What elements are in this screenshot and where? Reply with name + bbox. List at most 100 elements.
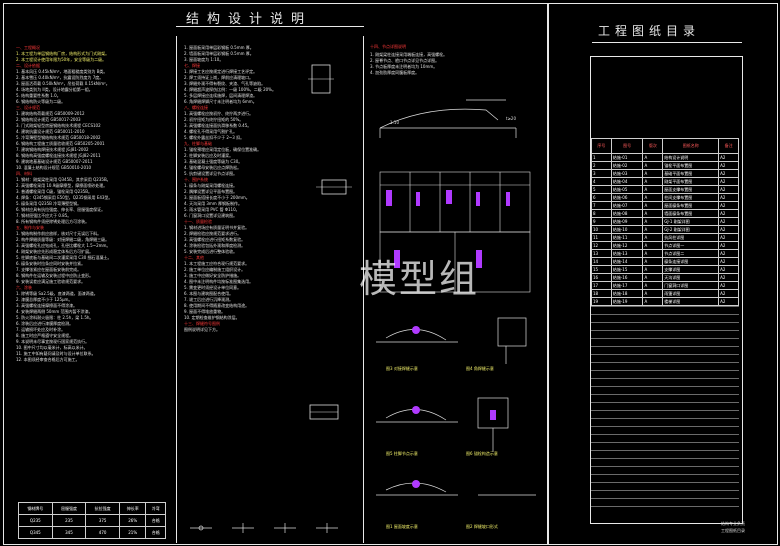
caption-6: 图6 锚栓构造示意 — [466, 450, 498, 456]
index-cell: A — [642, 273, 664, 282]
index-cell: A — [642, 265, 664, 274]
index-row: 10 结施-10 A GJ-2 刚架详图 A2 — [591, 225, 739, 234]
index-cell: 14 — [591, 257, 612, 266]
signoff-line-1: 结构专业负责 — [721, 521, 745, 526]
index-cell: A2 — [718, 201, 739, 210]
signoff-line-2: 工程图纸目录 — [721, 528, 745, 533]
index-cell: 结施-18 — [610, 289, 644, 298]
index-header-cell: 图纸名称 — [662, 138, 720, 154]
caption-4: 图4 角焊缝示意 — [466, 365, 494, 371]
index-header-cell: 版次 — [642, 138, 664, 154]
index-cell: 结施-16 — [610, 273, 644, 282]
table-cell: 钢材牌号 — [18, 502, 53, 515]
index-cell: 结施-15 — [610, 265, 644, 274]
index-cell: A — [642, 225, 664, 234]
table-row: Q235 235 375 26% 合格 — [18, 514, 166, 527]
index-cell: 7 — [591, 201, 612, 210]
index-cell: 天沟详图 — [662, 273, 720, 282]
index-empty-row — [591, 476, 739, 483]
index-cell: 结施-11 — [610, 233, 644, 242]
index-empty-row — [591, 460, 739, 467]
index-cell: A2 — [718, 273, 739, 282]
caption-2: 图2 焊缝坡口形式 — [466, 523, 498, 529]
index-cell: 结施-14 — [610, 257, 644, 266]
index-cell: 结构设计说明 — [662, 153, 720, 162]
table-cell: 235 — [51, 514, 87, 527]
index-cell: 结施-17 — [610, 281, 644, 290]
index-cell: 结施-10 — [610, 225, 644, 234]
index-cell: A2 — [718, 257, 739, 266]
index-cell: A — [642, 249, 664, 258]
index-empty-row — [591, 364, 739, 371]
index-row: 5 结施-05 A 屋面支撑布置图 A2 — [591, 185, 739, 194]
index-empty-row — [591, 348, 739, 355]
index-cell: 檩条连接详图 — [662, 257, 720, 266]
index-empty-row — [591, 316, 739, 323]
table-row: 钢材牌号 屈服强度 抗拉强度 伸长率 冷弯 — [18, 502, 166, 515]
index-row: 2 结施-02 A 锚栓平面布置图 A2 — [591, 161, 739, 170]
index-empty-row — [591, 500, 739, 507]
watermark: 模型组 — [359, 257, 480, 301]
index-cell: 结施-12 — [610, 241, 644, 250]
index-empty-row — [591, 372, 739, 379]
index-cell: 10 — [591, 225, 612, 234]
index-cell: 结施-01 — [610, 153, 644, 162]
index-cell: A — [642, 257, 664, 266]
index-cell: 9 — [591, 217, 612, 226]
index-empty-row — [591, 452, 739, 459]
caption-5: 图5 柱脚节点示意 — [386, 450, 418, 456]
index-cell: A2 — [718, 217, 739, 226]
index-empty-row — [591, 412, 739, 419]
gap-label: t≥20 — [506, 116, 516, 121]
design-notes-column-2: 1. 屋面板采用单层彩钢板 0.5mm 厚。 2. 墙面板采用单层彩钢板 0.5m… — [184, 45, 284, 515]
design-notes-column-3: 1. 刚架梁柱连接采用端板连接，高强螺栓。 2. 屋脊节点、檐口节点详见节点详图。… — [370, 52, 540, 82]
index-empty-row — [591, 484, 739, 491]
table-cell: 合格 — [145, 514, 166, 527]
table-cell: 合格 — [145, 526, 166, 539]
index-empty-row — [591, 404, 739, 411]
index-cell: 17 — [591, 281, 612, 290]
index-cell: A — [642, 177, 664, 186]
index-empty-row — [591, 332, 739, 339]
index-cell: A2 — [718, 265, 739, 274]
index-cell: A — [642, 209, 664, 218]
index-row: 13 结施-13 A 节点详图二 A2 — [591, 249, 739, 258]
index-cell: 15 — [591, 265, 612, 274]
slope-label: 1:10 — [390, 120, 399, 125]
index-empty-row — [591, 436, 739, 443]
index-header-cell: 图号 — [610, 138, 644, 154]
table-cell: 470 — [85, 526, 120, 539]
index-cell: A — [642, 185, 664, 194]
index-row: 15 结施-15 A 支撑详图 A2 — [591, 265, 739, 274]
index-cell: GJ-1 刚架详图 — [662, 217, 720, 226]
index-cell: A2 — [718, 225, 739, 234]
index-cell: 13 — [591, 249, 612, 258]
index-cell: 3 — [591, 169, 612, 178]
table-cell: 屈服强度 — [51, 502, 87, 515]
table-cell: 21% — [118, 526, 147, 539]
index-cell: 结施-05 — [610, 185, 644, 194]
detail-drawings: 1:10 图3 对接焊缝示意 图4 角焊缝示意 图5 柱脚节点示意 图6 锚栓构… — [376, 99, 536, 529]
index-cell: GJ-2 刚架详图 — [662, 225, 720, 234]
index-row: 4 结施-04 A 刚架平面布置图 A2 — [591, 177, 739, 186]
index-header-cell: 序号 — [591, 138, 612, 154]
index-row: 17 结施-17 A 门窗洞口详图 A2 — [591, 281, 739, 290]
index-cell: A — [642, 289, 664, 298]
index-cell: A2 — [718, 281, 739, 290]
table-cell: 冷弯 — [145, 502, 166, 515]
index-empty-row — [591, 468, 739, 475]
index-cell: A2 — [718, 185, 739, 194]
weld-symbol-legend — [190, 523, 338, 533]
index-cell: 结施-04 — [610, 177, 644, 186]
index-row: 1 结施-01 A 结构设计说明 A2 — [591, 153, 739, 162]
index-cell: 结施-09 — [610, 217, 644, 226]
index-empty-row — [591, 324, 739, 331]
index-cell: A — [642, 153, 664, 162]
index-cell: A — [642, 201, 664, 210]
index-cell: 结施-03 — [610, 169, 644, 178]
table-cell: 伸长率 — [118, 502, 147, 515]
index-cell: A2 — [718, 233, 739, 242]
index-cell: 节点详图一 — [662, 241, 720, 250]
index-cell: A — [642, 217, 664, 226]
index-cell: A2 — [718, 169, 739, 178]
